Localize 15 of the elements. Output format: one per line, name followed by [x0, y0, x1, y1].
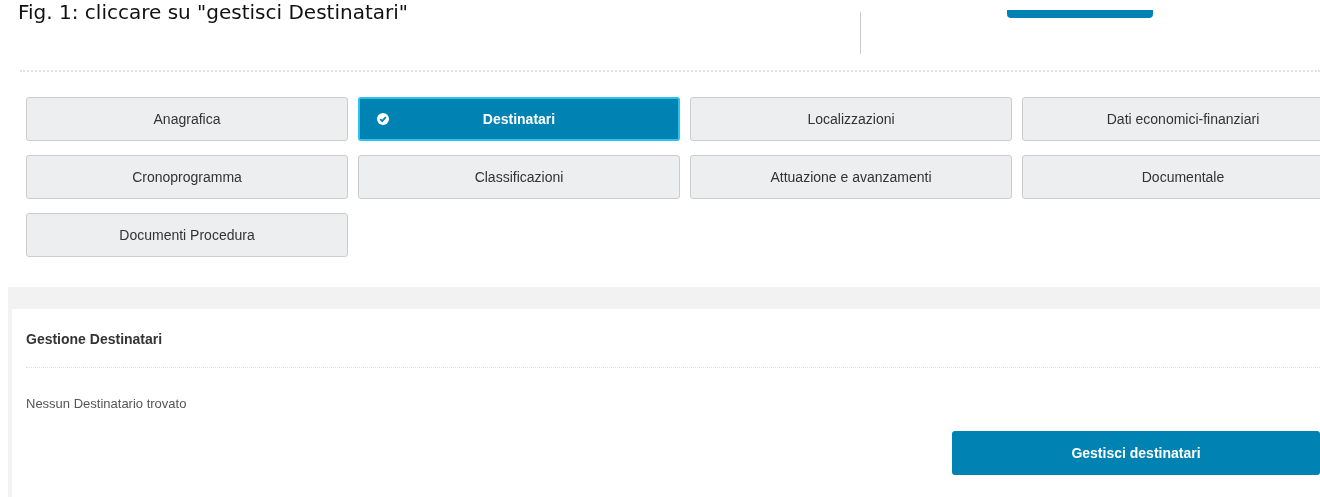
manage-button[interactable]: Gestisci destinatari: [952, 431, 1320, 475]
tab[interactable]: Anagrafica: [26, 97, 348, 141]
tab[interactable]: Dati economici-finanziari: [1022, 97, 1320, 141]
figure-caption: Fig. 1: cliccare su "gestisci Destinatari": [17, 0, 409, 24]
tab[interactable]: Destinatari: [358, 97, 680, 141]
tab[interactable]: Documentale: [1022, 155, 1320, 199]
tab[interactable]: Classificazioni: [358, 155, 680, 199]
tab[interactable]: Attuazione e avanzamenti: [690, 155, 1012, 199]
button[interactable]: [1007, 10, 1153, 18]
empty-message: Nessun Destinatario trovato: [26, 395, 188, 411]
section-title: Gestione Destinatari: [26, 330, 164, 349]
tab[interactable]: Localizzazioni: [690, 97, 1012, 141]
check-icon: [377, 113, 389, 125]
tab[interactable]: Documenti Procedura: [26, 213, 348, 257]
tab[interactable]: Cronoprogramma: [26, 155, 348, 199]
